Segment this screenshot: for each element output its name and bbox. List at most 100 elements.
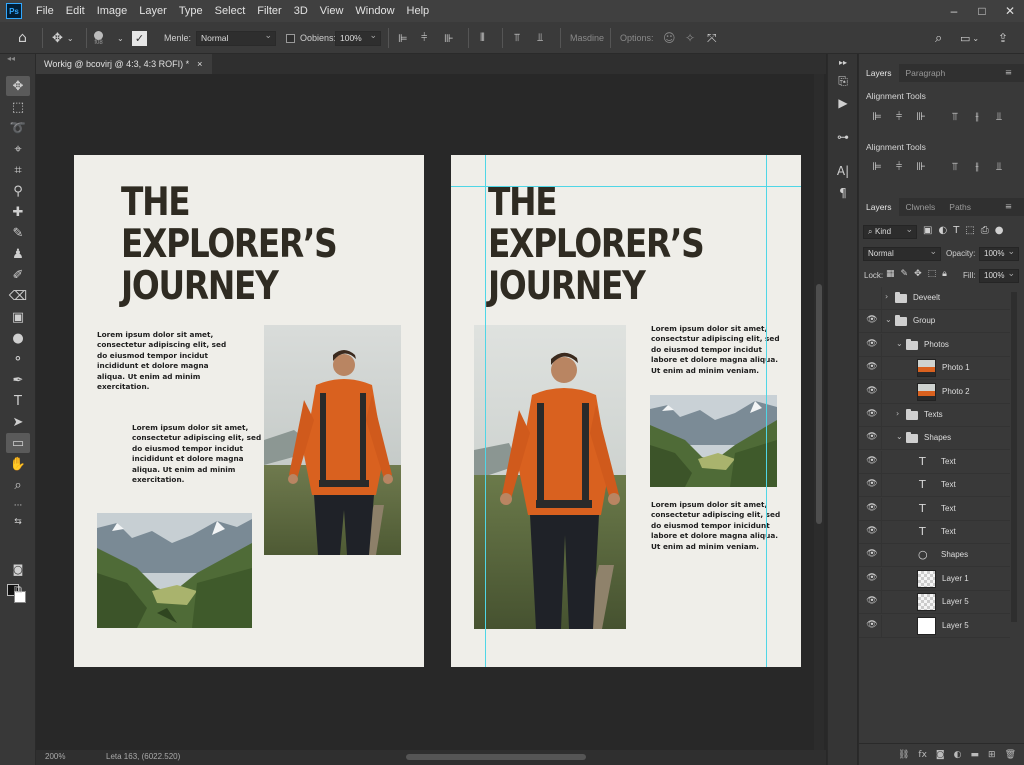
history-panel-icon[interactable]: ⎘ bbox=[833, 74, 853, 92]
eye-icon[interactable]: 👁︎ bbox=[866, 386, 878, 396]
eye-icon[interactable]: 👁︎ bbox=[866, 339, 878, 349]
align-left-icon[interactable]: ⊫ bbox=[867, 110, 887, 124]
layer-row[interactable]: 👁︎ Photo 1 bbox=[859, 357, 1010, 381]
distribute-center-icon[interactable]: ⫩ bbox=[889, 160, 909, 174]
lock-pixels-icon[interactable]: ▦ bbox=[886, 269, 895, 279]
character-panel-icon[interactable]: A| bbox=[833, 164, 853, 182]
menu-3d[interactable]: 3D bbox=[288, 0, 314, 22]
quick-select-tool-icon[interactable]: ⌖ bbox=[6, 139, 30, 159]
minimize-button[interactable]: – bbox=[940, 0, 968, 22]
history-brush-tool-icon[interactable]: ✐ bbox=[6, 265, 30, 285]
smart-filter-icon[interactable]: ⎙ bbox=[981, 225, 989, 236]
lock-paint-icon[interactable]: ✎ bbox=[901, 269, 909, 279]
move-tool-preset-icon[interactable]: ✥ ⌄ bbox=[52, 22, 74, 54]
screen-mode-icon[interactable]: ⧉ bbox=[6, 580, 30, 600]
layer-row[interactable]: 👁︎ T Text bbox=[859, 474, 1010, 498]
actions-panel-icon[interactable]: ▶ bbox=[833, 96, 853, 114]
layer-row[interactable]: 👁︎ ⌄ Photos bbox=[859, 333, 1010, 357]
menu-edit[interactable]: Edit bbox=[60, 0, 91, 22]
eye-icon[interactable]: 👁︎ bbox=[866, 432, 878, 442]
workspace-icon[interactable]: ▭ ⌄ bbox=[960, 22, 979, 54]
distribute-icon[interactable]: ⦀ bbox=[480, 22, 485, 54]
opacity-input[interactable]: 100% bbox=[979, 245, 1019, 261]
type-filter-icon[interactable]: T bbox=[953, 225, 959, 236]
canvas-area[interactable]: THE EXPLORER’S JOURNEY Lorem ipsum dolor… bbox=[36, 74, 811, 750]
tab-paragraph[interactable]: Paragraph bbox=[899, 64, 953, 82]
blur-tool-icon[interactable]: ● bbox=[6, 328, 30, 348]
align-right-icon[interactable]: ⊪ bbox=[911, 110, 931, 124]
menu-layer[interactable]: Layer bbox=[133, 0, 173, 22]
adjustment-filter-icon[interactable]: ◐ bbox=[938, 225, 947, 236]
hand-tool-icon[interactable]: ✋ bbox=[6, 454, 30, 474]
add-mask-icon[interactable]: ◙ bbox=[936, 750, 945, 760]
swap-colors-icon[interactable]: ⇆ bbox=[6, 512, 30, 532]
fill-input[interactable]: 100% bbox=[979, 267, 1019, 283]
move-tool-icon[interactable]: ✥ bbox=[6, 76, 30, 96]
align-bottom-icon[interactable]: ⫫ bbox=[989, 110, 1009, 124]
vertical-guide-left[interactable] bbox=[485, 155, 486, 667]
layer-row[interactable]: 👁︎ ○ Shapes bbox=[859, 544, 1010, 568]
landscape-photo[interactable] bbox=[97, 513, 252, 628]
hiker-photo[interactable] bbox=[474, 325, 626, 629]
lasso-tool-icon[interactable]: ➰ bbox=[6, 118, 30, 138]
opacity-select[interactable]: 100% bbox=[335, 29, 381, 46]
close-button[interactable]: ✕ bbox=[996, 0, 1024, 22]
zoom-level[interactable]: 200% bbox=[45, 752, 65, 761]
lock-position-icon[interactable]: ✥ bbox=[914, 269, 922, 279]
layer-row[interactable]: 👁︎ Layer 5 bbox=[859, 591, 1010, 615]
chevron-right-icon[interactable]: › bbox=[896, 409, 899, 418]
smiley-icon[interactable]: ☺ bbox=[663, 22, 676, 54]
layers-scrollbar[interactable] bbox=[1011, 292, 1017, 622]
home-icon[interactable]: ⌂ bbox=[18, 22, 27, 54]
paragraph-panel-icon[interactable]: ¶ bbox=[833, 186, 853, 204]
eraser-tool-icon[interactable]: ⌫ bbox=[6, 286, 30, 306]
brush-preset-picker[interactable]: f08 bbox=[94, 22, 103, 54]
lock-all-icon[interactable]: 🔒︎ bbox=[942, 269, 947, 279]
close-tab-button[interactable]: × bbox=[197, 54, 202, 74]
page-left[interactable]: THE EXPLORER’S JOURNEY Lorem ipsum dolor… bbox=[74, 155, 424, 667]
eye-icon[interactable]: 👁︎ bbox=[866, 315, 878, 325]
crop-tool-icon[interactable]: ⌗ bbox=[6, 160, 30, 180]
eye-icon[interactable]: 👁︎ bbox=[866, 549, 878, 559]
tab-layers[interactable]: Layers bbox=[859, 198, 899, 216]
menu-type[interactable]: Type bbox=[173, 0, 209, 22]
document-info[interactable]: Leta 163, (6022.520) bbox=[106, 752, 180, 761]
page-right[interactable]: THE EXPLORER’S JOURNEY Lorem ipsum dolor… bbox=[451, 155, 801, 667]
menu-image[interactable]: Image bbox=[91, 0, 134, 22]
eye-icon[interactable]: 👁︎ bbox=[866, 409, 878, 419]
menu-file[interactable]: File bbox=[30, 0, 60, 22]
document-tab[interactable]: Workig @ bcovirj @ 4:3, 4:3 ROFI) * × bbox=[36, 54, 213, 74]
tab-paths[interactable]: Paths bbox=[942, 198, 978, 216]
menu-select[interactable]: Select bbox=[209, 0, 252, 22]
layer-row[interactable]: 👁︎ Photo 2 bbox=[859, 380, 1010, 404]
rectangle-tool-icon[interactable]: ▭ bbox=[6, 433, 30, 453]
maximize-button[interactable]: □ bbox=[968, 0, 996, 22]
align-center-icon[interactable]: ⫩ bbox=[889, 110, 909, 124]
eye-icon[interactable]: 👁︎ bbox=[866, 362, 878, 372]
menu-window[interactable]: Window bbox=[349, 0, 400, 22]
gradient-tool-icon[interactable]: ▣ bbox=[6, 307, 30, 327]
eye-icon[interactable]: 👁︎ bbox=[866, 573, 878, 583]
pen-tool-icon[interactable]: ✒ bbox=[6, 370, 30, 390]
align-left-edges-icon[interactable]: ⊫ bbox=[398, 22, 408, 54]
distribute-left-icon[interactable]: ⊫ bbox=[867, 160, 887, 174]
menu-view[interactable]: View bbox=[314, 0, 350, 22]
zoom-tool-icon[interactable]: ⌕ bbox=[6, 475, 30, 495]
stamp-tool-icon[interactable]: ♟ bbox=[6, 244, 30, 264]
eye-icon[interactable]: 👁︎ bbox=[866, 503, 878, 513]
distribute-top-icon[interactable]: ⫪ bbox=[945, 160, 965, 174]
chevron-down-icon[interactable]: ⌄ bbox=[896, 432, 903, 441]
pixel-filter-icon[interactable]: ▣ bbox=[923, 225, 932, 236]
distribute-middle-icon[interactable]: ⫲ bbox=[967, 160, 987, 174]
transform-icon[interactable]: ✧ bbox=[685, 22, 695, 54]
align-horizontal-centers-icon[interactable]: ⫩ bbox=[421, 22, 427, 54]
search-icon[interactable]: ⌕ bbox=[935, 22, 942, 54]
menu-help[interactable]: Help bbox=[401, 0, 436, 22]
healing-brush-tool-icon[interactable]: ✚ bbox=[6, 202, 30, 222]
chevron-down-icon[interactable]: ⌄ bbox=[896, 339, 903, 348]
vertical-scrollbar[interactable] bbox=[814, 74, 824, 750]
tab-channels[interactable]: Clwnels bbox=[899, 198, 943, 216]
layer-row[interactable]: 👁︎ T Text bbox=[859, 497, 1010, 521]
align-top-edges-icon[interactable]: ⫪ bbox=[514, 22, 520, 54]
layer-row[interactable]: 👁︎ ⌄ Group bbox=[859, 310, 1010, 334]
